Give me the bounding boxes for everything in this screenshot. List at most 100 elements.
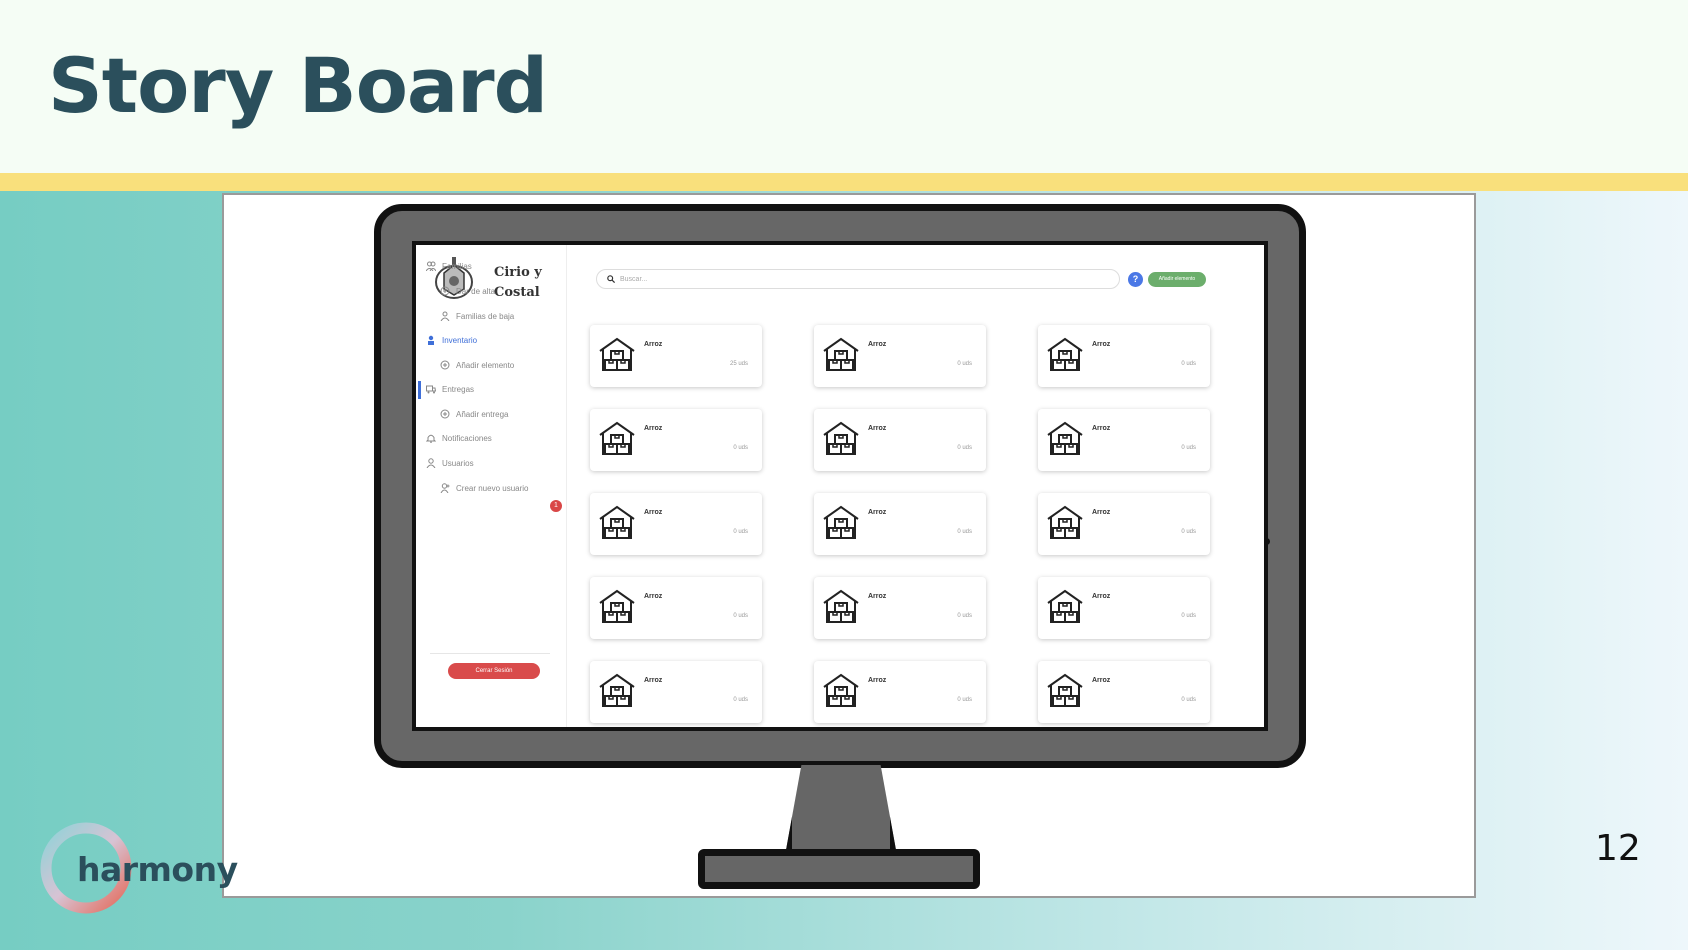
item-name: Arroz: [1092, 677, 1111, 684]
item-name: Arroz: [868, 509, 887, 516]
item-name: Arroz: [868, 677, 887, 684]
add-circle-icon: [440, 286, 450, 296]
item-quantity: 0 uds: [957, 613, 972, 619]
inventory-grid: Arroz 25 uds Arroz 0 uds Arroz 0 uds Arroz 0 ud…: [590, 325, 1210, 723]
sidebar-item-crear-nuevo-usuario[interactable]: Crear nuevo usuario: [440, 483, 528, 493]
warehouse-icon: [823, 421, 859, 455]
warehouse-icon: [599, 505, 635, 539]
warehouse-icon: [1047, 421, 1083, 455]
monitor-stand-base: [698, 849, 980, 889]
warehouse-icon: [599, 337, 635, 371]
search-icon: [607, 275, 615, 283]
sidebar-item-label: Usuarios: [442, 458, 474, 468]
sidebar-item-notificaciones[interactable]: Notificaciones: [426, 433, 492, 443]
sidebar-item-añadir-entrega[interactable]: Añadir entrega: [440, 409, 508, 419]
warehouse-icon: [1047, 589, 1083, 623]
slide-title: Story Board: [48, 41, 548, 130]
page-number: 12: [1595, 828, 1641, 869]
monitor-screen: Cirio y Costal Familias Dar de alta Famili…: [412, 241, 1268, 731]
notification-badge: 1: [550, 500, 562, 512]
inventory-card[interactable]: Arroz 0 uds: [590, 577, 762, 639]
warehouse-icon: [823, 505, 859, 539]
inventory-card[interactable]: Arroz 0 uds: [814, 325, 986, 387]
warehouse-icon: [823, 337, 859, 371]
sidebar-item-label: Crear nuevo usuario: [456, 483, 529, 493]
warehouse-icon: [823, 589, 859, 623]
item-name: Arroz: [1092, 341, 1111, 348]
item-quantity: 0 uds: [957, 529, 972, 535]
warehouse-icon: [599, 673, 635, 707]
item-quantity: 0 uds: [733, 529, 748, 535]
inventory-card[interactable]: Arroz 0 uds: [814, 493, 986, 555]
inventory-card[interactable]: Arroz 25 uds: [590, 325, 762, 387]
sidebar-item-label: Notificaciones: [442, 433, 492, 443]
inventory-card[interactable]: Arroz 0 uds: [1038, 577, 1210, 639]
truck-icon: [426, 385, 436, 394]
sidebar-item-inventario[interactable]: Inventario: [426, 335, 477, 345]
warehouse-icon: [1047, 337, 1083, 371]
logout-button[interactable]: Cerrar Sesión: [448, 663, 540, 679]
sidebar-item-label: Familias de baja: [456, 311, 515, 321]
search-placeholder: Buscar...: [620, 275, 648, 283]
item-name: Arroz: [868, 425, 887, 432]
item-quantity: 0 uds: [733, 697, 748, 703]
item-name: Arroz: [1092, 593, 1111, 600]
inventory-card[interactable]: Arroz 0 uds: [1038, 325, 1210, 387]
item-quantity: 0 uds: [1181, 697, 1196, 703]
sidebar-item-dar-de-alta[interactable]: Dar de alta: [440, 286, 495, 296]
item-quantity: 0 uds: [733, 613, 748, 619]
sidebar-item-familias-de-baja[interactable]: Familias de baja: [440, 311, 514, 321]
sidebar-item-label: Entregas: [442, 384, 475, 394]
sidebar-item-familias[interactable]: Familias: [426, 261, 472, 271]
warehouse-icon: [599, 589, 635, 623]
search-input[interactable]: Buscar...: [596, 269, 1120, 289]
brand-name: Cirio y Costal: [494, 265, 542, 300]
sidebar-item-usuarios[interactable]: Usuarios: [426, 458, 474, 468]
item-name: Arroz: [644, 593, 663, 600]
inventory-card[interactable]: Arroz 0 uds: [590, 661, 762, 723]
inventory-card[interactable]: Arroz 0 uds: [1038, 409, 1210, 471]
add-circle-icon: [440, 360, 450, 370]
monitor-stand-neck: [786, 765, 896, 850]
inventory-card[interactable]: Arroz 0 uds: [1038, 493, 1210, 555]
item-name: Arroz: [1092, 425, 1111, 432]
item-name: Arroz: [868, 341, 887, 348]
inventory-card[interactable]: Arroz 0 uds: [814, 409, 986, 471]
sidebar: Cirio y Costal Familias Dar de alta Famili…: [416, 245, 567, 727]
inventory-card[interactable]: Arroz 0 uds: [1038, 661, 1210, 723]
inventory-card[interactable]: Arroz 0 uds: [814, 577, 986, 639]
sidebar-item-label: Dar de alta: [456, 286, 496, 296]
item-quantity: 0 uds: [1181, 613, 1196, 619]
bell-icon: [426, 434, 436, 443]
inventory-card[interactable]: Arroz 0 uds: [590, 409, 762, 471]
add-circle-icon: [440, 409, 450, 419]
help-button[interactable]: ?: [1128, 272, 1143, 287]
sidebar-item-añadir-elemento[interactable]: Añadir elemento: [440, 360, 514, 370]
warehouse-icon: [1047, 673, 1083, 707]
inventory-card[interactable]: Arroz 0 uds: [590, 493, 762, 555]
user-icon: [426, 458, 436, 468]
inventory-card[interactable]: Arroz 0 uds: [814, 661, 986, 723]
sidebar-item-label: Añadir entrega: [456, 409, 509, 419]
item-name: Arroz: [868, 593, 887, 600]
item-name: Arroz: [1092, 509, 1111, 516]
item-name: Arroz: [644, 341, 663, 348]
accent-band: [0, 173, 1688, 191]
sidebar-item-label: Inventario: [442, 335, 478, 345]
group-icon: [440, 311, 450, 321]
item-quantity: 0 uds: [957, 361, 972, 367]
item-quantity: 0 uds: [1181, 445, 1196, 451]
add-element-button[interactable]: Añadir elemento: [1148, 272, 1206, 287]
inventory-icon: [428, 335, 434, 345]
item-quantity: 0 uds: [733, 445, 748, 451]
sidebar-divider: [430, 653, 550, 654]
warehouse-icon: [599, 421, 635, 455]
item-name: Arroz: [644, 677, 663, 684]
item-quantity: 0 uds: [957, 697, 972, 703]
item-quantity: 0 uds: [1181, 361, 1196, 367]
family-icon: [426, 261, 436, 271]
sidebar-item-entregas[interactable]: Entregas: [426, 384, 474, 394]
item-name: Arroz: [644, 425, 663, 432]
warehouse-icon: [1047, 505, 1083, 539]
item-quantity: 0 uds: [957, 445, 972, 451]
